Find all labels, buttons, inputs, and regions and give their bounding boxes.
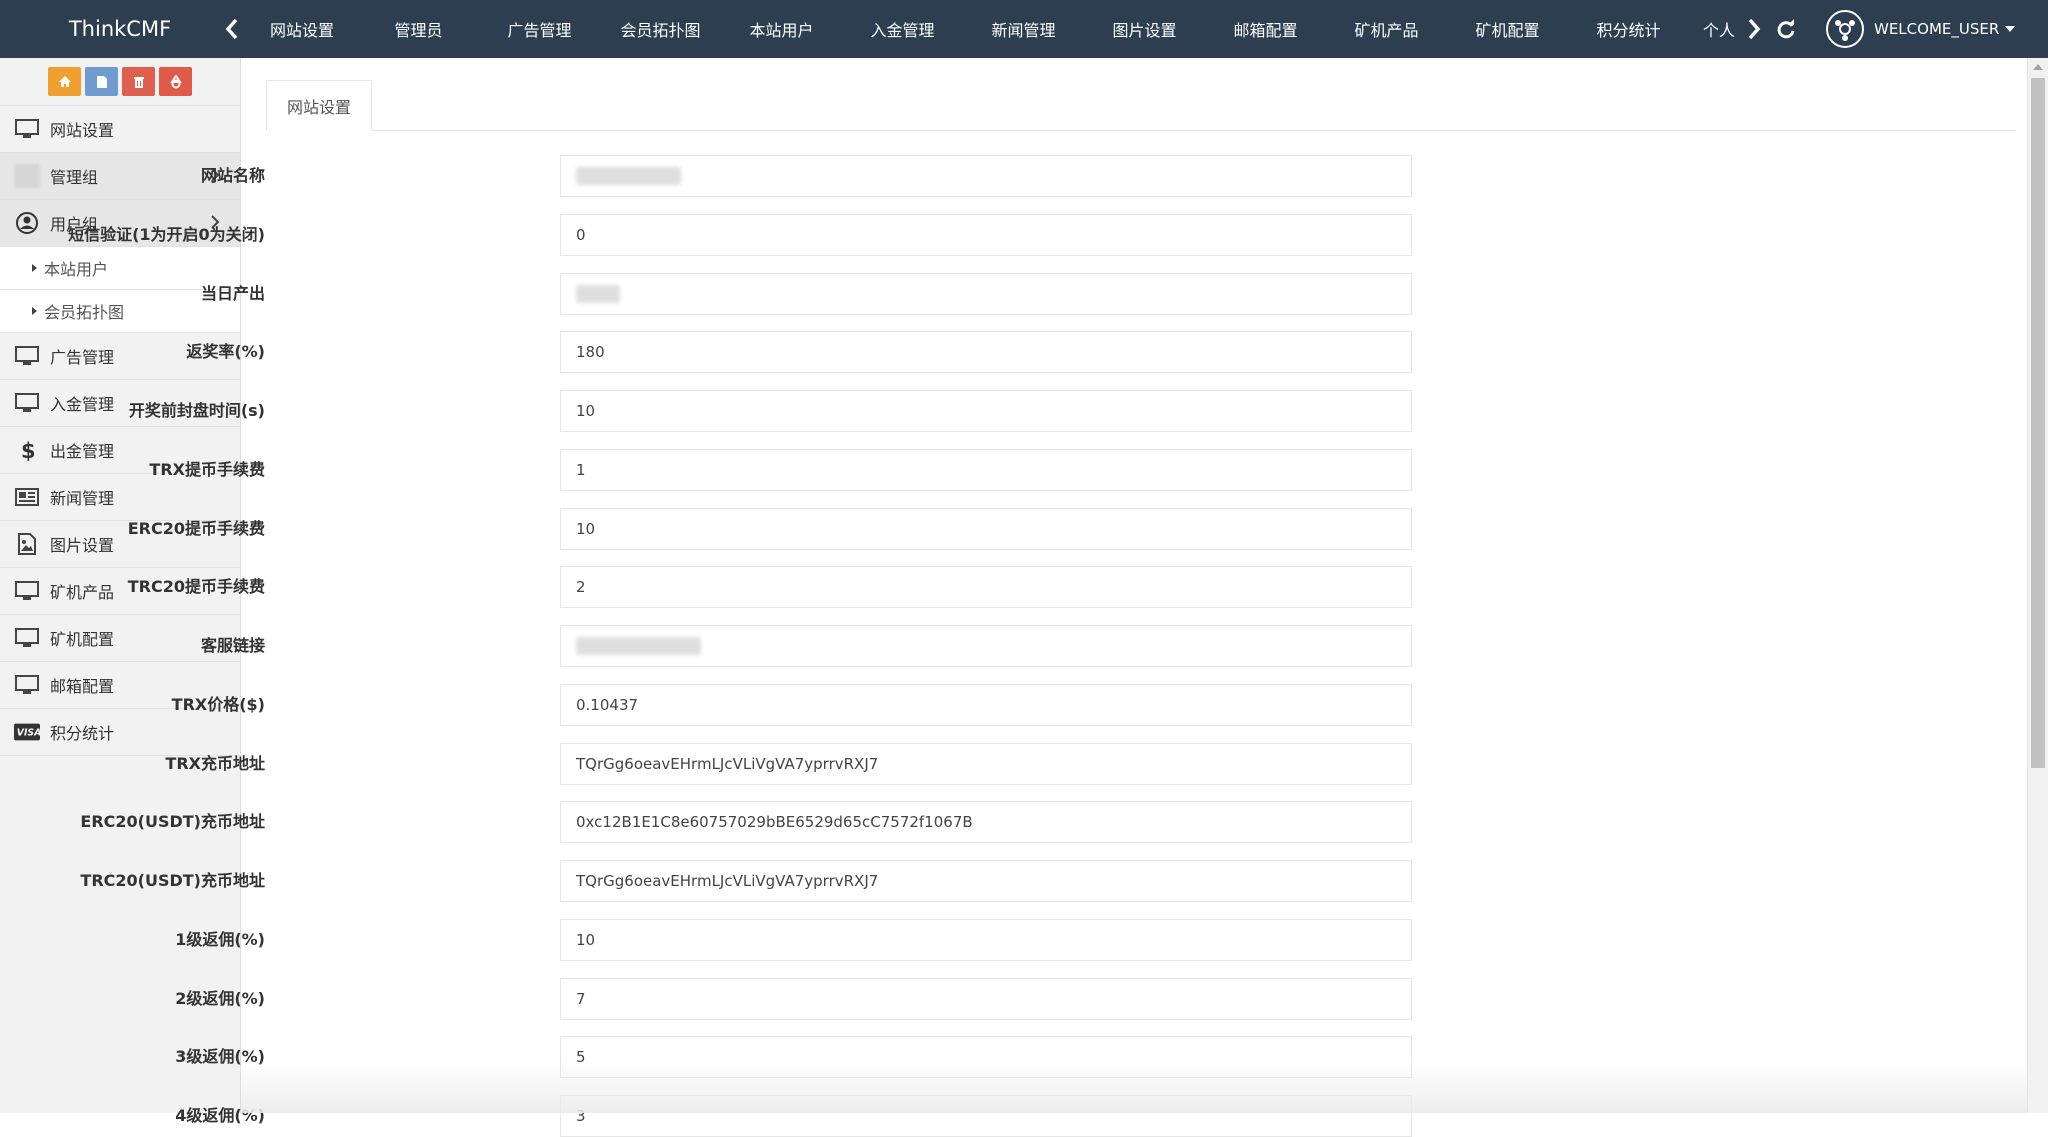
sidebar-item-site-settings[interactable]: 网站设置 xyxy=(0,106,240,153)
field-label: TRX充币地址 xyxy=(165,754,265,773)
trx-price-input[interactable] xyxy=(560,684,1412,726)
user-name: WELCOME_USER xyxy=(1874,20,2000,38)
tab-bar: 网站设置 xyxy=(266,80,2016,131)
field-label: 当日产出 xyxy=(200,284,265,303)
file-shortcut-button[interactable] xyxy=(85,67,118,96)
form-row-trx-price: TRX价格($) xyxy=(172,684,1741,726)
field-label: 短信验证(1为开启0为关闭) xyxy=(68,225,265,244)
trash-shortcut-button[interactable] xyxy=(122,67,155,96)
nav-item-personal[interactable]: 个人 xyxy=(1689,0,1740,58)
scroll-up-icon[interactable] xyxy=(2033,64,2043,70)
nav-item-ads[interactable]: 广告管理 xyxy=(479,0,600,58)
field-label: 返奖率(%) xyxy=(186,342,265,361)
recycle-icon xyxy=(169,74,182,88)
nav-item-miner-config[interactable]: 矿机配置 xyxy=(1447,0,1568,58)
form-row-level1-rebate: 1级返佣(%) xyxy=(175,919,1741,961)
chevron-down-icon xyxy=(2005,26,2016,32)
trc20-address-input[interactable] xyxy=(560,860,1412,902)
tab-site-settings[interactable]: 网站设置 xyxy=(266,80,372,131)
nav-item-miner-products[interactable]: 矿机产品 xyxy=(1326,0,1447,58)
redacted-value xyxy=(576,637,701,655)
vertical-scrollbar[interactable] xyxy=(2027,58,2048,1113)
daily-output-input[interactable] xyxy=(560,273,1412,315)
nav-scroll-left-icon[interactable] xyxy=(218,0,246,58)
trash-icon xyxy=(133,76,144,88)
form-row-level4-rebate: 4级返佣(%) xyxy=(175,1095,1741,1137)
site-name-input[interactable] xyxy=(560,155,1412,197)
nav-item-site-users[interactable]: 本站用户 xyxy=(721,0,842,58)
trx-fee-input[interactable] xyxy=(560,449,1412,491)
field-label: ERC20(USDT)充币地址 xyxy=(80,812,265,831)
brand-logo[interactable]: ThinkCMF xyxy=(0,0,240,58)
level1-rebate-input[interactable] xyxy=(560,919,1412,961)
form-row-support-link: 客服链接 xyxy=(201,625,1741,667)
redacted-value xyxy=(576,167,681,185)
avatar xyxy=(1826,10,1864,48)
payout-rate-input[interactable] xyxy=(560,331,1412,373)
form-row-sms-verify: 短信验证(1为开启0为关闭) xyxy=(68,214,1741,256)
top-nav-menu: 网站设置 管理员 广告管理 会员拓扑图 本站用户 入金管理 新闻管理 图片设置 … xyxy=(246,0,1740,58)
lock-time-input[interactable] xyxy=(560,390,1412,432)
level4-rebate-input[interactable] xyxy=(560,1095,1412,1137)
field-label: 网站名称 xyxy=(200,166,265,185)
field-label: ERC20提币手续费 xyxy=(127,519,265,538)
nav-item-site-settings[interactable]: 网站设置 xyxy=(246,0,358,58)
form-row-trx-fee: TRX提币手续费 xyxy=(149,449,1741,491)
erc20-fee-input[interactable] xyxy=(560,508,1412,550)
main-content: 网站设置 网站名称 短信验证(1为开启0为关闭) 当日产出 返奖率(%) 开奖前… xyxy=(68,58,2027,1137)
form-row-trx-address: TRX充币地址 xyxy=(165,743,1741,785)
nav-item-points[interactable]: 积分统计 xyxy=(1568,0,1689,58)
form-row-erc20-fee: ERC20提币手续费 xyxy=(128,508,1741,550)
form-row-level3-rebate: 3级返佣(%) xyxy=(175,1036,1741,1078)
nav-item-images[interactable]: 图片设置 xyxy=(1084,0,1205,58)
form-row-payout-rate: 返奖率(%) xyxy=(186,331,1741,373)
redacted-value xyxy=(576,285,620,303)
field-label: 4级返佣(%) xyxy=(175,1106,265,1125)
form-row-level2-rebate: 2级返佣(%) xyxy=(175,978,1741,1020)
trc20-fee-input[interactable] xyxy=(560,566,1412,608)
nav-scroll-right-icon[interactable] xyxy=(1740,0,1768,58)
form-row-trc20-address: TRC20(USDT)充币地址 xyxy=(80,860,1741,902)
field-label: TRC20提币手续费 xyxy=(127,577,265,596)
recycle-shortcut-button[interactable] xyxy=(159,67,192,96)
home-icon xyxy=(58,76,71,87)
form-row-trc20-fee: TRC20提币手续费 xyxy=(128,566,1741,608)
level3-rebate-input[interactable] xyxy=(560,1036,1412,1078)
user-menu[interactable]: WELCOME_USER xyxy=(1826,0,2016,58)
field-label: 2级返佣(%) xyxy=(175,989,265,1008)
field-label: TRX提币手续费 xyxy=(149,460,265,479)
field-label: TRC20(USDT)充币地址 xyxy=(80,871,265,890)
erc20-address-input[interactable] xyxy=(560,801,1412,843)
form-row-daily-output: 当日产出 xyxy=(201,273,1741,315)
trx-address-input[interactable] xyxy=(560,743,1412,785)
field-label: 开奖前封盘时间(s) xyxy=(128,401,265,420)
sms-verify-input[interactable] xyxy=(560,214,1412,256)
top-navbar: ThinkCMF 网站设置 管理员 广告管理 会员拓扑图 本站用户 入金管理 新… xyxy=(0,0,2048,58)
refresh-icon[interactable] xyxy=(1768,0,1804,58)
field-label: 1级返佣(%) xyxy=(175,930,265,949)
home-shortcut-button[interactable] xyxy=(48,67,81,96)
file-icon xyxy=(96,75,107,88)
nav-item-member-topology[interactable]: 会员拓扑图 xyxy=(600,0,721,58)
nav-item-deposits[interactable]: 入金管理 xyxy=(842,0,963,58)
form-row-lock-time: 开奖前封盘时间(s) xyxy=(129,390,1741,432)
nav-item-admins[interactable]: 管理员 xyxy=(358,0,479,58)
nav-item-email[interactable]: 邮箱配置 xyxy=(1205,0,1326,58)
scroll-thumb[interactable] xyxy=(2031,78,2045,768)
form-row-site-name: 网站名称 xyxy=(201,155,1741,197)
shortcut-toolbar xyxy=(0,58,240,106)
monitor-icon xyxy=(14,116,40,142)
level2-rebate-input[interactable] xyxy=(560,978,1412,1020)
field-label: TRX价格($) xyxy=(171,695,265,714)
field-label: 客服链接 xyxy=(200,636,265,655)
form-row-erc20-address: ERC20(USDT)充币地址 xyxy=(80,801,1741,843)
nav-item-news[interactable]: 新闻管理 xyxy=(963,0,1084,58)
triangle-icon xyxy=(32,264,37,272)
field-label: 3级返佣(%) xyxy=(175,1047,265,1066)
svg-text:VISA: VISA xyxy=(17,728,40,739)
sidebar-item-label: 网站设置 xyxy=(50,121,115,140)
